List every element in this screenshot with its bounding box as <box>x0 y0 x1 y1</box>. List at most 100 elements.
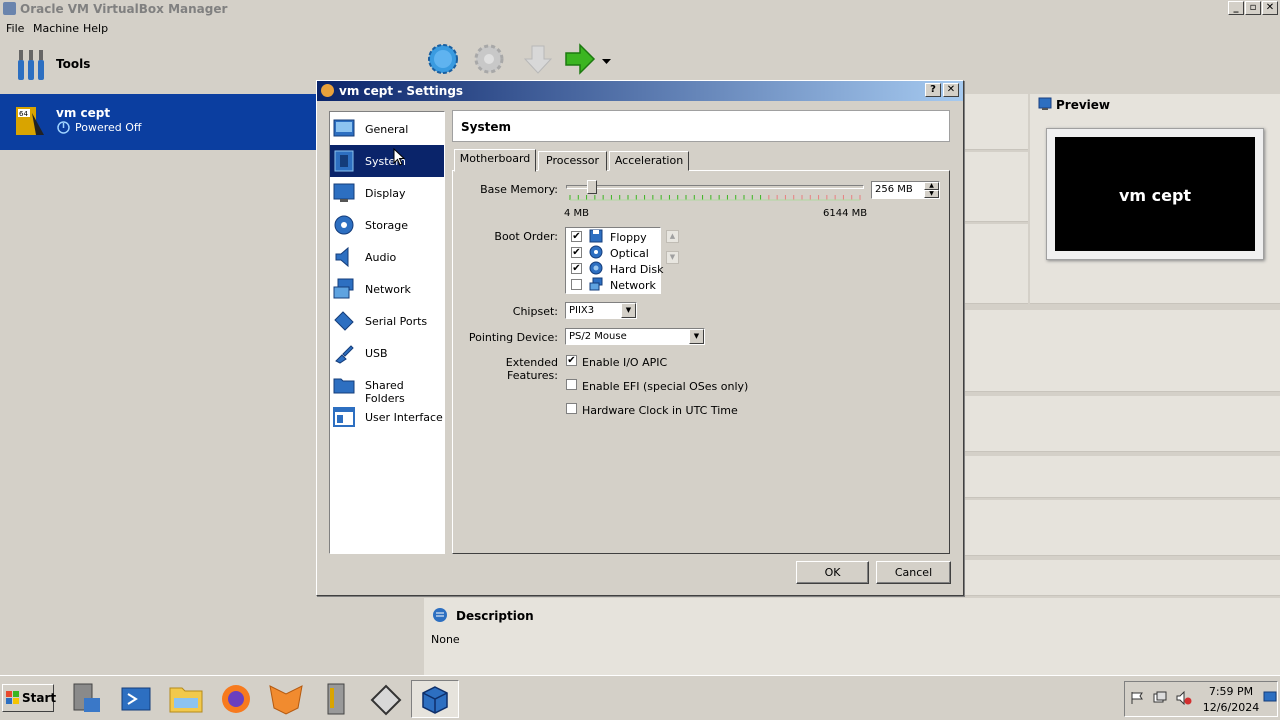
volume-muted-icon[interactable] <box>1176 691 1192 705</box>
boot-floppy-checkbox[interactable]: ✔ <box>571 231 582 242</box>
category-storage[interactable]: Storage <box>330 209 444 241</box>
details-strip <box>964 94 1028 150</box>
window-title: Oracle VM VirtualBox Manager <box>20 2 228 16</box>
category-usb[interactable]: USB <box>330 337 444 369</box>
clock-time[interactable]: 7:59 PM <box>1200 685 1262 698</box>
move-down-button[interactable]: ▼ <box>666 251 679 264</box>
virtualbox-icon <box>422 686 448 714</box>
pointing-device-select[interactable]: PS/2 Mouse ▼ <box>565 328 705 345</box>
category-network[interactable]: Network <box>330 273 444 305</box>
tools-item[interactable] <box>0 40 316 92</box>
base-memory-value: 256 MB <box>875 184 913 195</box>
hard-disk-icon <box>589 261 603 275</box>
settings-icon[interactable] <box>472 42 506 76</box>
dialog-help-button[interactable]: ? <box>925 83 941 97</box>
maximize-button[interactable]: ▫ <box>1245 1 1261 15</box>
mouse-cursor-icon <box>393 148 405 166</box>
vm-state: Powered Off <box>75 121 142 134</box>
powershell-icon[interactable] <box>114 680 158 718</box>
archive-tool-icon[interactable] <box>314 680 358 718</box>
tab-acceleration[interactable]: Acceleration <box>609 151 689 171</box>
chipset-label: Chipset: <box>512 305 558 318</box>
category-serial-ports[interactable]: Serial Ports <box>330 305 444 337</box>
optical-icon <box>589 245 603 259</box>
spin-up-button[interactable]: ▲ <box>924 182 939 190</box>
category-audio[interactable]: Audio <box>330 241 444 273</box>
file-explorer-icon[interactable] <box>164 680 208 718</box>
dialog-close-button[interactable]: ✕ <box>943 83 959 97</box>
vm-name: vm cept <box>56 106 111 120</box>
category-label: USB <box>365 347 388 360</box>
io-apic-checkbox[interactable]: ✔ <box>566 355 577 366</box>
details-strip <box>964 560 1280 596</box>
disk-tool-icon[interactable] <box>364 680 408 718</box>
network-icon <box>589 277 603 291</box>
description-title: Description <box>456 609 534 623</box>
menu-help[interactable]: Help <box>83 22 108 35</box>
category-shared-folders[interactable]: Shared Folders <box>330 369 444 405</box>
vm-os-icon: 64 <box>16 107 44 135</box>
ok-button[interactable]: OK <box>796 561 869 584</box>
vm-list-item[interactable]: 64 <box>0 94 316 150</box>
details-strip <box>964 310 1280 392</box>
start-button[interactable]: Start <box>2 684 56 712</box>
details-strip <box>964 456 1280 498</box>
cancel-button[interactable]: Cancel <box>876 561 951 584</box>
clock-date[interactable]: 12/6/2024 <box>1198 701 1264 714</box>
pointing-device-value: PS/2 Mouse <box>569 331 627 342</box>
server-manager-icon[interactable] <box>64 680 108 718</box>
category-user-interface[interactable]: User Interface <box>330 401 444 433</box>
memory-slider-thumb[interactable] <box>586 180 597 194</box>
virtualbox-taskbar-button[interactable] <box>411 680 459 718</box>
virtualbox-icon <box>3 2 16 15</box>
metamask-icon[interactable] <box>264 680 308 718</box>
menu-file[interactable]: File <box>6 22 24 35</box>
network-tray-icon[interactable] <box>1153 691 1167 705</box>
category-label: Audio <box>365 251 397 264</box>
dialog-title: vm cept - Settings <box>339 84 464 98</box>
network-icon <box>333 278 354 299</box>
preview-icon <box>1038 97 1052 110</box>
menu-machine[interactable]: Machine <box>33 22 79 35</box>
boot-item-label: Floppy <box>610 231 647 244</box>
efi-label: Enable EFI (special OSes only) <box>582 380 749 393</box>
category-display[interactable]: Display <box>330 177 444 209</box>
start-icon[interactable] <box>563 42 597 76</box>
preview-vm-name: vm cept <box>1118 186 1192 205</box>
move-up-button[interactable]: ▲ <box>666 230 679 243</box>
base-memory-label: Base Memory: <box>480 183 558 196</box>
discard-icon[interactable] <box>521 42 555 76</box>
section-header: System <box>452 110 950 142</box>
minimize-button[interactable]: _ <box>1228 1 1244 15</box>
category-label: Display <box>365 187 406 200</box>
start-dropdown-icon[interactable] <box>602 58 612 66</box>
show-desktop-icon[interactable] <box>1263 691 1277 703</box>
new-vm-icon[interactable] <box>426 42 460 76</box>
user-interface-icon <box>333 407 355 427</box>
pointing-device-label: Pointing Device: <box>468 331 558 344</box>
boot-hard-disk-checkbox[interactable]: ✔ <box>571 263 582 274</box>
firefox-icon[interactable] <box>214 680 258 718</box>
boot-optical-checkbox[interactable]: ✔ <box>571 247 582 258</box>
boot-network-checkbox[interactable] <box>571 279 582 290</box>
base-memory-spinbox[interactable]: 256 MB ▲ ▼ <box>871 181 940 199</box>
chipset-select[interactable]: PIIX3 ▼ <box>565 302 637 319</box>
category-system[interactable]: System <box>330 145 444 177</box>
details-strip <box>964 152 1028 222</box>
category-general[interactable]: General <box>330 113 444 145</box>
action-center-flag-icon[interactable] <box>1130 691 1144 705</box>
utc-clock-checkbox[interactable] <box>566 403 577 414</box>
details-strip <box>964 396 1280 452</box>
tab-processor[interactable]: Processor <box>538 151 607 171</box>
preview-title: Preview <box>1056 98 1111 112</box>
close-window-button[interactable]: ✕ <box>1262 1 1278 15</box>
tab-motherboard[interactable]: Motherboard <box>454 149 536 172</box>
chevron-down-icon[interactable]: ▼ <box>621 303 636 318</box>
spin-down-button[interactable]: ▼ <box>924 190 939 198</box>
memory-slider-track[interactable] <box>566 185 864 189</box>
tools-icon <box>18 50 44 80</box>
efi-checkbox[interactable] <box>566 379 577 390</box>
details-strip <box>964 500 1280 556</box>
category-label: Storage <box>365 219 409 232</box>
chevron-down-icon[interactable]: ▼ <box>689 329 704 344</box>
